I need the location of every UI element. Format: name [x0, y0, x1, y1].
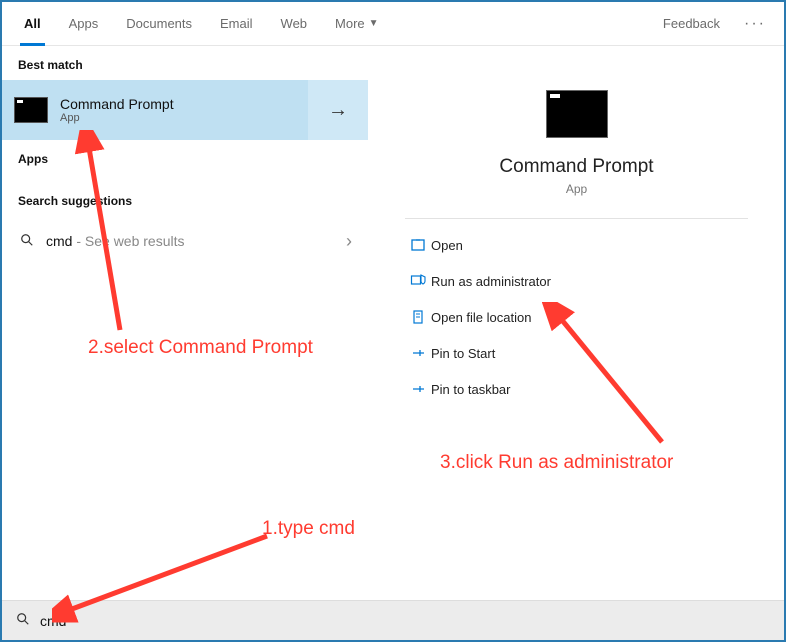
body-row: Best match Command Prompt App → Apps Sea… [2, 46, 784, 600]
tab-label: Documents [126, 16, 192, 31]
shield-icon [405, 273, 431, 289]
best-match-item[interactable]: Command Prompt App → [2, 80, 368, 140]
feedback-label: Feedback [663, 16, 720, 31]
best-match-subtitle: App [60, 112, 174, 124]
search-icon [18, 233, 36, 250]
action-label: Pin to taskbar [431, 382, 511, 397]
preview-subtitle: App [405, 182, 748, 196]
search-bar[interactable]: cmd [2, 600, 784, 640]
tab-documents[interactable]: Documents [112, 2, 206, 46]
folder-icon [405, 309, 431, 325]
tab-label: More [335, 16, 365, 31]
suggestion-hint: - See web results [72, 233, 184, 249]
cmd-icon [14, 97, 48, 123]
action-pin-start[interactable]: Pin to Start [405, 335, 748, 371]
tab-all[interactable]: All [10, 2, 55, 46]
action-label: Pin to Start [431, 346, 495, 361]
best-match-title: Command Prompt [60, 96, 174, 112]
more-menu-button[interactable]: ··· [734, 15, 776, 33]
chevron-right-icon: › [346, 231, 352, 252]
section-apps: Apps [2, 140, 368, 174]
action-label: Open [431, 238, 463, 253]
tab-label: Email [220, 16, 253, 31]
preview-title: Command Prompt [405, 156, 748, 178]
best-match-texts: Command Prompt App [60, 96, 174, 124]
preview-card: Command Prompt App Open Run as administr… [379, 66, 774, 580]
action-label: Run as administrator [431, 274, 551, 289]
chevron-down-icon: ▼ [369, 18, 379, 29]
action-label: Open file location [431, 310, 531, 325]
tab-label: Web [281, 16, 308, 31]
feedback-link[interactable]: Feedback [649, 16, 734, 31]
open-preview-button[interactable]: → [308, 80, 368, 140]
results-pane: Best match Command Prompt App → Apps Sea… [2, 46, 368, 600]
tab-web[interactable]: Web [267, 2, 322, 46]
section-best-match: Best match [2, 46, 368, 80]
search-icon [16, 612, 30, 629]
search-window: All Apps Documents Email Web More ▼ Feedb… [2, 2, 784, 640]
search-input[interactable]: cmd [40, 613, 66, 629]
arrow-right-icon: → [328, 99, 348, 122]
action-pin-taskbar[interactable]: Pin to taskbar [405, 371, 748, 407]
open-icon [405, 237, 431, 253]
cmd-icon [546, 90, 608, 138]
tab-label: All [24, 16, 41, 31]
preview-pane: Command Prompt App Open Run as administr… [368, 46, 784, 600]
pin-icon [405, 381, 431, 397]
action-run-admin[interactable]: Run as administrator [405, 263, 748, 299]
tab-label: Apps [69, 16, 99, 31]
action-open[interactable]: Open [405, 227, 748, 263]
action-open-location[interactable]: Open file location [405, 299, 748, 335]
pin-icon [405, 345, 431, 361]
suggestion-term: cmd [46, 233, 72, 249]
tabs-bar: All Apps Documents Email Web More ▼ Feedb… [2, 2, 784, 46]
tab-apps[interactable]: Apps [55, 2, 113, 46]
tab-more[interactable]: More ▼ [321, 2, 393, 46]
suggestion-text: cmd - See web results [46, 233, 185, 249]
tab-email[interactable]: Email [206, 2, 267, 46]
divider [405, 218, 748, 219]
section-suggestions: Search suggestions [2, 174, 368, 216]
web-suggestion-item[interactable]: cmd - See web results › [2, 216, 368, 266]
